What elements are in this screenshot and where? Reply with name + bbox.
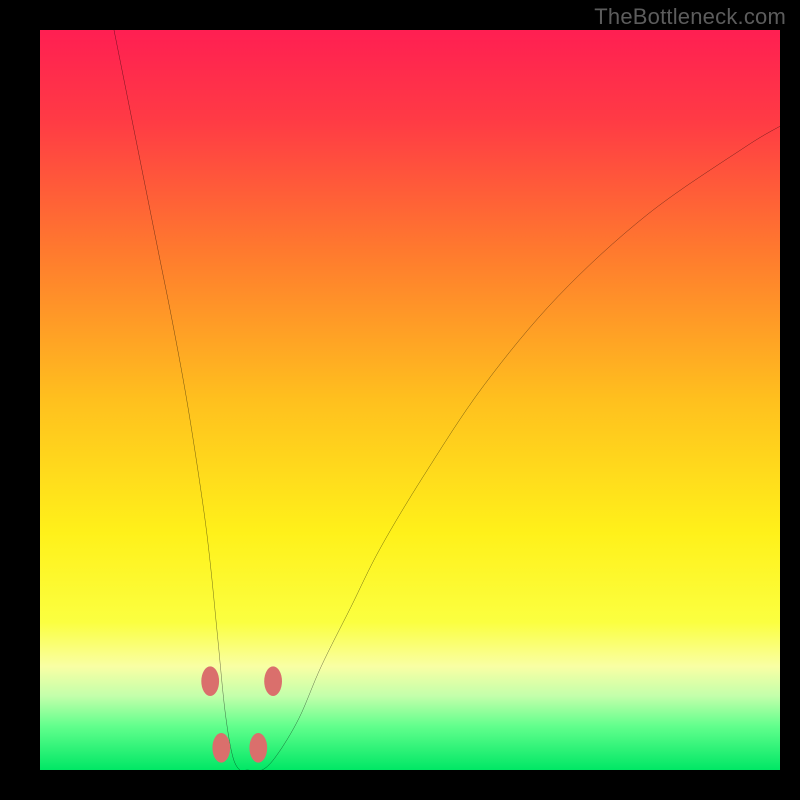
curve-marker	[249, 733, 267, 763]
curve-marker	[264, 666, 282, 696]
bottleneck-curve	[114, 30, 780, 770]
curve-markers	[201, 666, 282, 762]
chart-frame: TheBottleneck.com	[0, 0, 800, 800]
plot-area	[40, 30, 780, 770]
curve-marker	[201, 666, 219, 696]
curve-marker	[212, 733, 230, 763]
watermark-text: TheBottleneck.com	[594, 4, 786, 30]
curve-layer	[40, 30, 780, 770]
